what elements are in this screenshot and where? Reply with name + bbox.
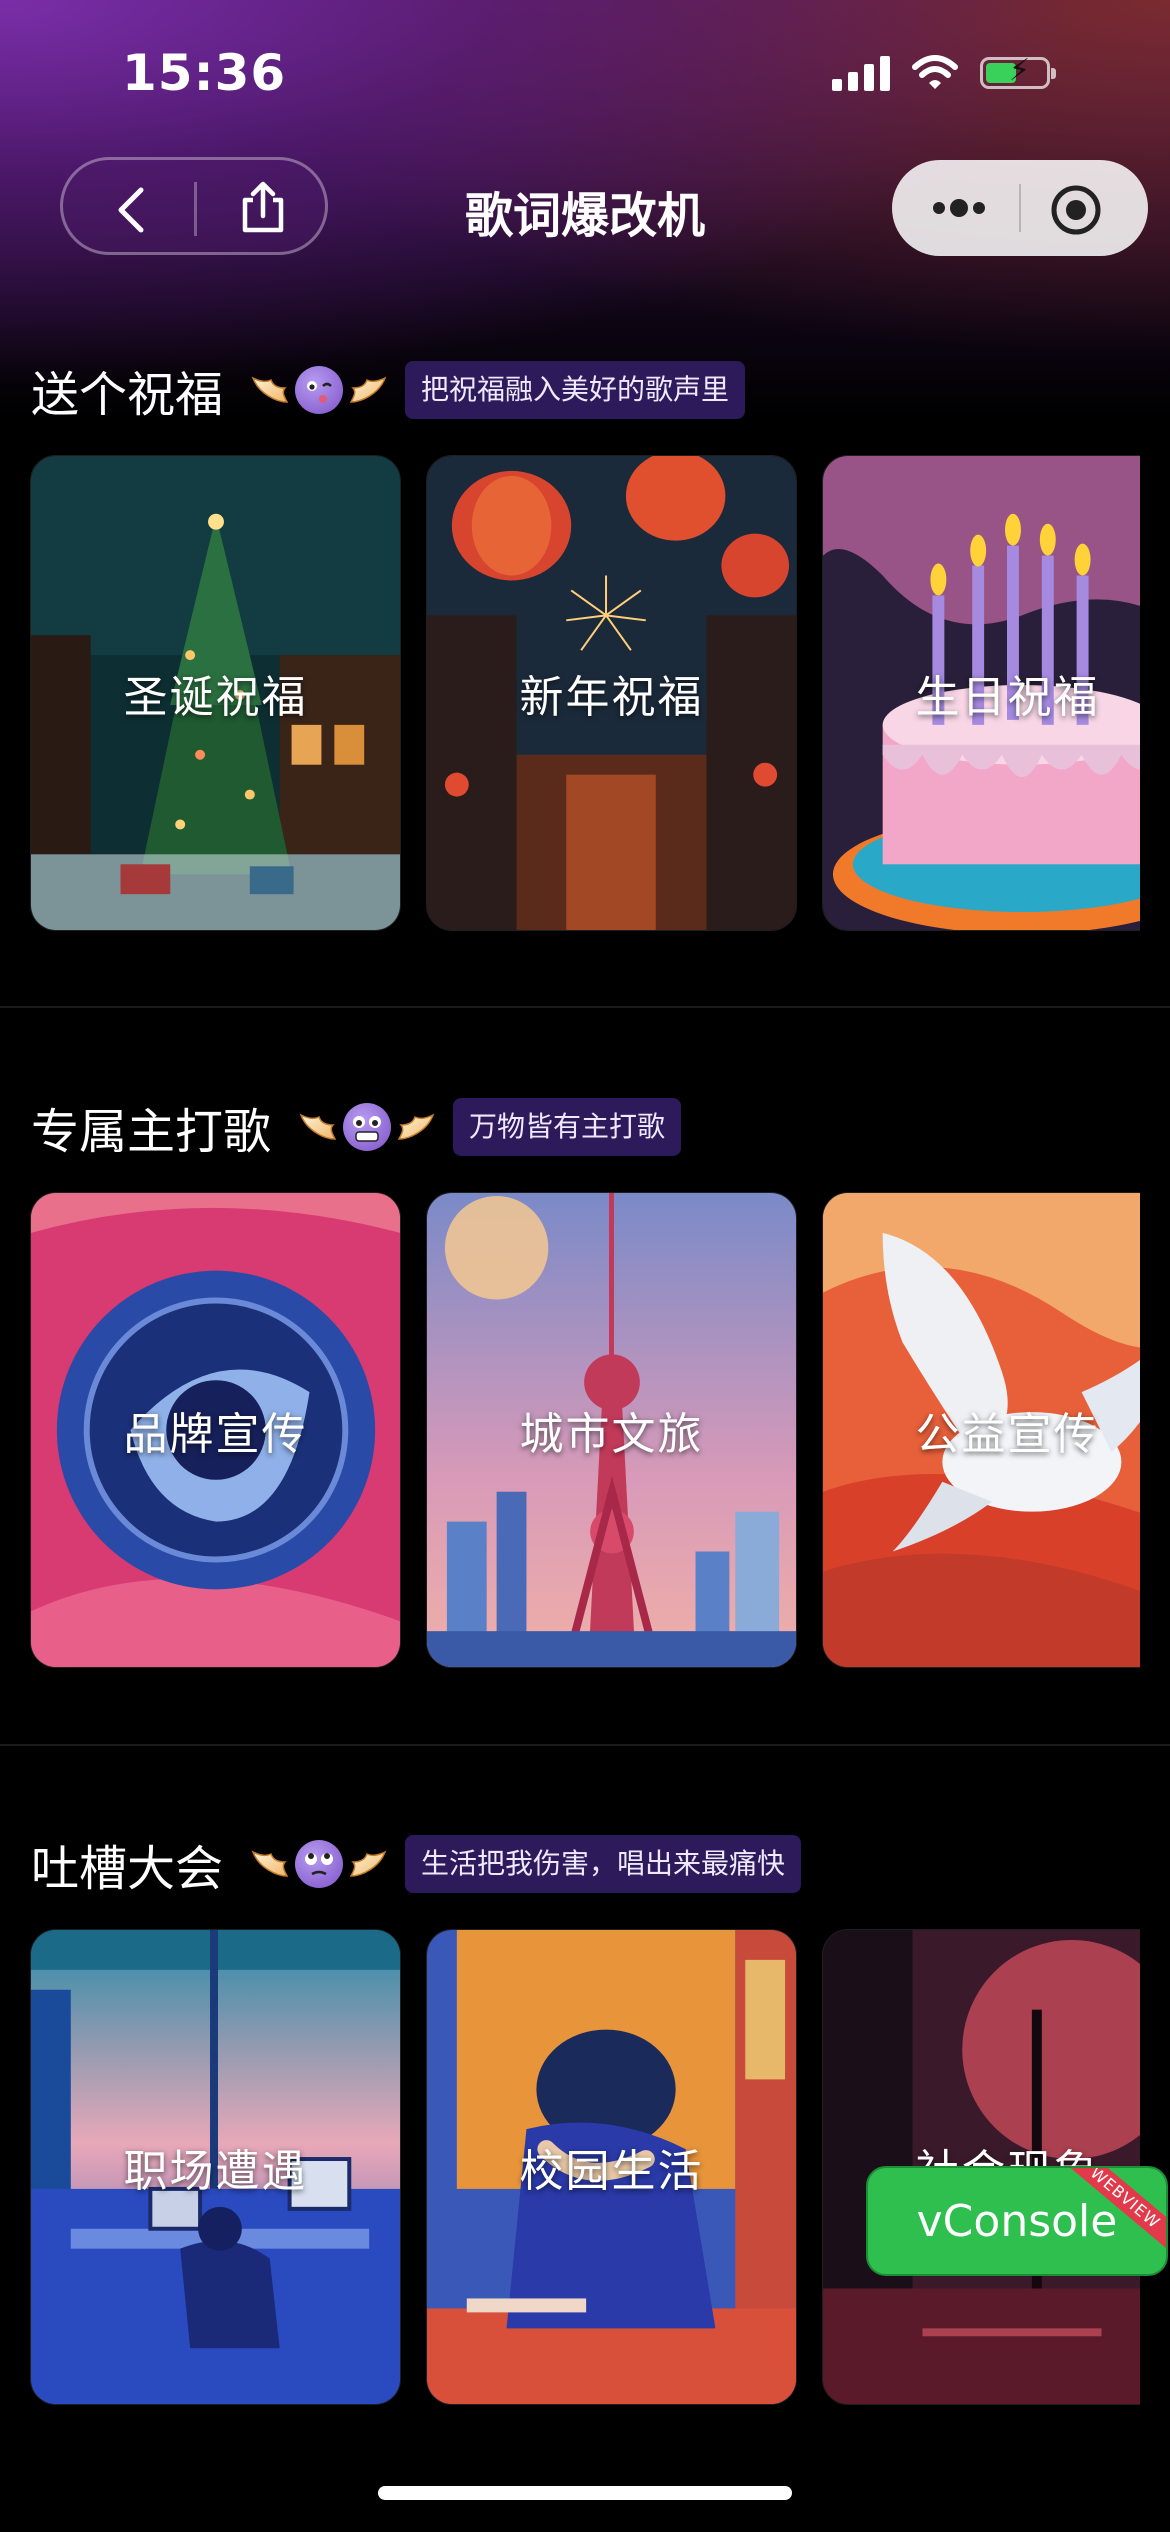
section-header: 专属主打歌 万物皆有主打歌 bbox=[31, 1097, 682, 1160]
card-birthday[interactable]: 生日祝福 bbox=[822, 455, 1140, 931]
card-label: 品牌宣传 bbox=[123, 1409, 308, 1460]
status-time: 15:36 bbox=[122, 44, 287, 102]
section-title: 吐槽大会 bbox=[31, 1841, 224, 1897]
card-label: 圣诞祝福 bbox=[123, 672, 308, 723]
section-emoji-decoration bbox=[251, 1840, 387, 1888]
mini-program-capsule bbox=[892, 160, 1148, 256]
card-christmas[interactable]: 圣诞祝福 bbox=[30, 455, 401, 931]
eye-roll-devil-face-icon bbox=[295, 1840, 344, 1888]
card-campus[interactable]: 校园生活 bbox=[426, 1929, 797, 2405]
wing-right-icon bbox=[349, 376, 387, 403]
wing-left-icon bbox=[251, 376, 289, 403]
section-header: 吐槽大会 生活把我伤害，唱出来最痛快 bbox=[31, 1834, 802, 1897]
status-icons: ⚡ bbox=[832, 55, 1056, 91]
card-label: 新年祝福 bbox=[519, 672, 704, 723]
card-charity[interactable]: 公益宣传 bbox=[822, 1192, 1140, 1668]
section-title: 送个祝福 bbox=[31, 367, 224, 423]
section-divider bbox=[0, 1006, 1170, 1008]
section-tag: 生活把我伤害，唱出来最痛快 bbox=[405, 1835, 802, 1893]
card-label: 生日祝福 bbox=[915, 672, 1100, 723]
card-workplace[interactable]: 职场遭遇 bbox=[30, 1929, 401, 2405]
card-label: 城市文旅 bbox=[519, 1409, 704, 1460]
card-city-tour[interactable]: 城市文旅 bbox=[426, 1192, 797, 1668]
card-new-year[interactable]: 新年祝福 bbox=[426, 455, 797, 931]
vconsole-label: vConsole bbox=[916, 2195, 1118, 2247]
section-header: 送个祝福 把祝福融入美好的歌声里 bbox=[31, 360, 746, 423]
card-brand[interactable]: 品牌宣传 bbox=[30, 1192, 401, 1668]
wifi-icon bbox=[912, 55, 958, 89]
section-emoji-decoration bbox=[251, 366, 387, 414]
signal-icon bbox=[832, 55, 890, 91]
winking-devil-face-icon bbox=[295, 366, 344, 414]
section-title: 专属主打歌 bbox=[31, 1104, 272, 1160]
more-dots-icon[interactable] bbox=[924, 182, 994, 234]
wing-left-icon bbox=[251, 1850, 289, 1877]
grimacing-devil-face-icon bbox=[343, 1103, 392, 1151]
section-emoji-decoration bbox=[299, 1103, 435, 1151]
wing-left-icon bbox=[299, 1113, 337, 1140]
wing-right-icon bbox=[349, 1850, 387, 1877]
home-indicator[interactable] bbox=[378, 2486, 792, 2500]
capsule-divider bbox=[1019, 184, 1021, 232]
section-tag: 万物皆有主打歌 bbox=[453, 1098, 682, 1156]
wing-right-icon bbox=[397, 1113, 435, 1140]
vconsole-button[interactable]: vConsole WEBVIEW bbox=[866, 2166, 1168, 2276]
section-divider bbox=[0, 1744, 1170, 1746]
section-tag: 把祝福融入美好的歌声里 bbox=[405, 361, 746, 419]
card-label: 校园生活 bbox=[519, 2146, 704, 2197]
card-row: 品牌宣传 城市文旅 公益宣传 bbox=[30, 1192, 1140, 1668]
card-label: 职场遭遇 bbox=[123, 2146, 308, 2197]
card-label: 公益宣传 bbox=[915, 1409, 1100, 1460]
close-mini-program-icon[interactable] bbox=[1048, 182, 1104, 238]
card-row: 圣诞祝福 新年祝福 生日祝福 bbox=[30, 455, 1140, 931]
battery-charging-icon: ⚡ bbox=[980, 56, 1056, 89]
